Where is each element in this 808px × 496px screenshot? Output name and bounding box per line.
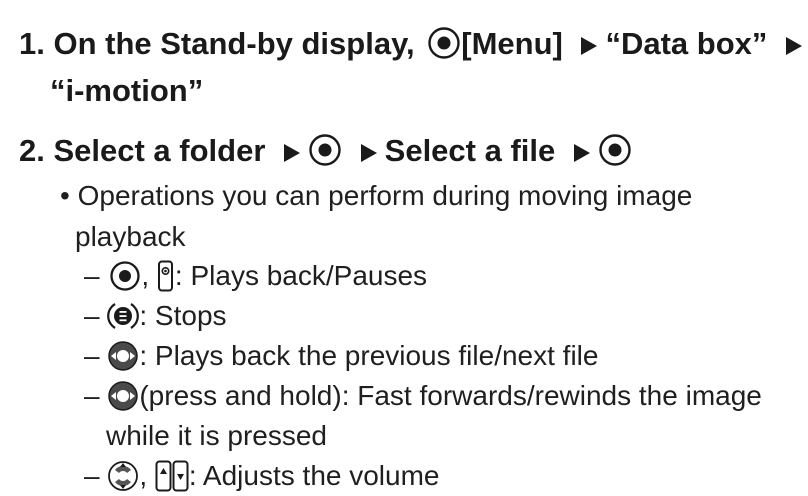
menu-label: [Menu] — [461, 26, 563, 61]
dash: – — [84, 260, 100, 291]
right-triangle-arrow — [573, 143, 590, 162]
dash: – — [84, 300, 100, 331]
navigation-left-right-icon — [107, 380, 139, 412]
operation-item-fast-forward-continued: while it is pressed — [106, 416, 327, 456]
side-up-down-keys-icon — [155, 460, 189, 492]
bullet-line-2: playback — [75, 217, 186, 257]
step-1-text-stand-by: On the Stand-by display, — [53, 26, 415, 61]
bullet-text-continued: playback — [75, 221, 186, 252]
right-triangle-arrow — [581, 36, 598, 55]
step-2-number: 2. — [19, 133, 45, 168]
navigation-up-down-icon — [107, 460, 139, 492]
i-motion-label: “i-motion” — [50, 73, 204, 108]
right-triangle-arrow — [786, 36, 803, 55]
data-box-label: “Data box” — [605, 26, 768, 61]
dash: – — [84, 340, 100, 371]
bullet-line-1: • Operations you can perform during movi… — [60, 176, 692, 216]
step-1-number: 1. — [19, 26, 45, 61]
operation-item-fast-forward: – (press and hold): Fast forwards/rewind… — [84, 376, 762, 416]
operation-text: : Stops — [139, 300, 227, 331]
center-select-key-icon — [308, 133, 342, 167]
operation-text: (press and hold): Fast forwards/rewinds … — [139, 380, 762, 411]
navigation-left-right-icon — [107, 340, 139, 372]
center-select-key-icon — [109, 260, 141, 292]
right-triangle-arrow — [360, 143, 377, 162]
center-select-key-icon — [598, 133, 632, 167]
operation-text: : Plays back the previous file/next file — [139, 340, 599, 371]
operation-item-play-pause: – , : Plays back/Pauses — [84, 256, 427, 296]
dash: – — [84, 460, 100, 491]
operation-item-prev-next: – : Plays back the previous file/next fi… — [84, 336, 598, 376]
side-play-key-icon — [157, 260, 175, 292]
right-triangle-arrow — [284, 143, 301, 162]
operation-item-volume: – , : Adjusts the volume — [84, 456, 440, 496]
separator: , — [139, 460, 148, 491]
bullet-symbol: • — [60, 180, 70, 211]
step-1-line-2: “i-motion” — [50, 69, 203, 113]
operation-text: : Plays back/Pauses — [174, 260, 428, 291]
step-2: 2. Select a folder Select a file — [19, 129, 632, 173]
step-1-line-1: 1. On the Stand-by display, [Menu] “Data… — [19, 22, 808, 66]
bullet-text: Operations you can perform during moving… — [77, 180, 693, 211]
clear-key-icon — [107, 300, 140, 332]
dash: – — [84, 380, 100, 411]
operation-text-continued: while it is pressed — [106, 420, 327, 451]
select-file-text: Select a file — [384, 133, 556, 168]
operation-text: : Adjusts the volume — [188, 460, 440, 491]
operation-item-stop: – : Stops — [84, 296, 227, 336]
select-folder-text: Select a folder — [53, 133, 266, 168]
center-select-key-icon — [427, 26, 461, 60]
separator: , — [141, 260, 150, 291]
